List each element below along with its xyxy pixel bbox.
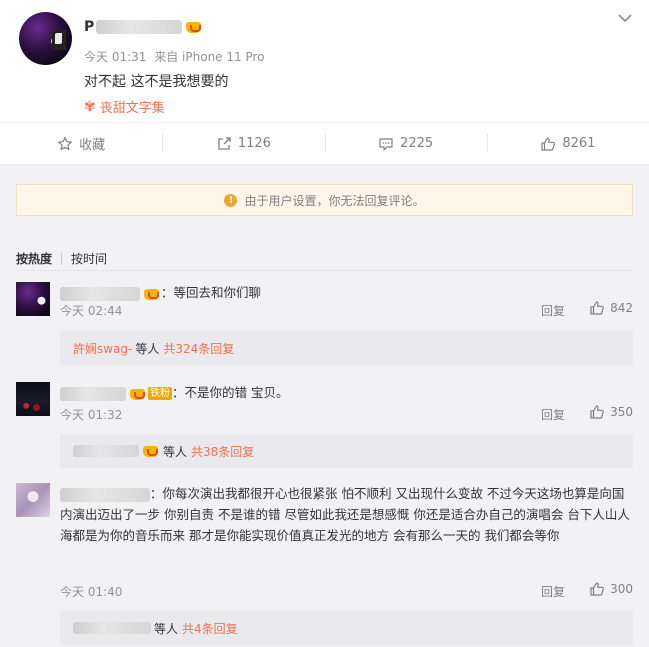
vip-crown-icon [143, 286, 161, 302]
flower-icon: ✾ [84, 98, 96, 115]
comment-time: 今天 01:32 [60, 408, 123, 422]
comment-icon [379, 137, 393, 151]
tab-divider [61, 252, 63, 265]
chevron-down-icon[interactable] [617, 10, 633, 26]
reply-button[interactable]: 回复 [541, 302, 565, 319]
commenter-name[interactable] [60, 487, 150, 502]
favorite-button[interactable]: 收藏 [0, 122, 162, 165]
sub-replies[interactable]: 許娴swag- 等人 共324条回复 [60, 331, 633, 365]
post-time[interactable]: 今天 01:31 [84, 50, 146, 64]
vip-crown-icon [129, 386, 147, 402]
comment-button[interactable]: 2225 [324, 122, 487, 165]
commenter-avatar[interactable] [16, 282, 50, 316]
reply-button[interactable]: 回复 [541, 406, 565, 423]
post-text: 对不起 这不是我想要的 [84, 74, 229, 90]
notice-text: 由于用户设置，你无法回复评论。 [244, 193, 425, 208]
sort-tabs: 按热度 按时间 [16, 250, 107, 267]
commenter-avatar[interactable] [16, 483, 50, 517]
author-name-first-char[interactable]: P [84, 19, 94, 35]
warning-icon: ! [224, 193, 238, 207]
comment-like-button[interactable]: 300 [589, 581, 633, 597]
author-name-blurred[interactable] [96, 20, 183, 34]
commenter-avatar[interactable] [16, 382, 50, 416]
comment-like-count: 350 [610, 405, 633, 419]
repost-button[interactable]: 1126 [162, 122, 324, 165]
comment-body: ：你每次演出我都很开心也很紧张 怕不顺利 又出现什么变故 不过今天这场也算是向国… [60, 483, 633, 546]
comment-body: 铁粉 ：不是你的错 宝贝。 [60, 382, 633, 403]
comment-like-count: 842 [610, 301, 633, 315]
tab-sort-hot[interactable]: 按热度 [16, 250, 52, 267]
thumbs-up-icon [590, 405, 604, 419]
vip-crown-icon [185, 19, 203, 35]
reply-restricted-notice: ! 由于用户设置，你无法回复评论。 [16, 184, 633, 216]
reply-button[interactable]: 回复 [541, 583, 565, 600]
author-avatar[interactable] [19, 12, 72, 65]
thumbs-up-icon [590, 301, 604, 315]
thumbs-up-icon [541, 136, 556, 151]
sub-replies[interactable]: 等人 共4条回复 [60, 611, 633, 645]
like-button[interactable]: 8261 [486, 122, 649, 165]
sub-reply-count[interactable]: 共4条回复 [182, 620, 238, 637]
sub-reply-mid: 等人 [163, 444, 188, 459]
sub-reply-count[interactable]: 共38条回复 [191, 443, 254, 460]
sub-reply-mid: 等人 [135, 341, 160, 356]
vip-crown-icon [142, 443, 160, 459]
comment-time: 今天 02:44 [60, 304, 123, 318]
sub-replies[interactable]: 等人 共38条回复 [60, 434, 633, 468]
comment-item: ：你每次演出我都很开心也很紧张 怕不顺利 又出现什么变故 不过今天这场也算是向国… [16, 483, 633, 647]
post-meta: 今天 01:31 来自 iPhone 11 Pro [84, 48, 265, 65]
comment-item: 铁粉 ：不是你的错 宝贝。 今天 01:32 回复 350 等人 共38条回复 [16, 382, 633, 472]
commenter-name-blurred[interactable] [60, 286, 140, 301]
topic-link[interactable]: ✾ 丧甜文字集 [84, 97, 165, 117]
share-arrow-icon [218, 136, 231, 150]
favorite-label: 收藏 [79, 138, 106, 153]
action-bar: 收藏 1126 2225 8261 [0, 122, 649, 165]
sub-reply-user-blurred[interactable] [73, 445, 139, 457]
comment-text: ：等回去和你们聊 [161, 285, 262, 300]
comment-time: 今天 01:40 [60, 585, 123, 599]
commenter-name[interactable] [60, 286, 161, 302]
repost-count: 1126 [237, 136, 271, 151]
sub-reply-count[interactable]: 共324条回复 [163, 340, 234, 357]
author-name[interactable]: P [84, 19, 203, 35]
comment-like-button[interactable]: 842 [589, 300, 633, 316]
weibo-post: P 今天 01:31 来自 iPhone 11 Pro 对不起 这不是我想要的 … [0, 0, 649, 122]
tab-sort-time[interactable]: 按时间 [71, 250, 107, 267]
sub-reply-user-blurred[interactable] [73, 622, 151, 634]
like-count: 8261 [562, 136, 596, 151]
comments-section: ! 由于用户设置，你无法回复评论。 按热度 按时间 ：等回去和你们聊 今天 02… [0, 165, 649, 647]
thumbs-up-icon [590, 582, 604, 596]
sub-reply-user[interactable]: 許娴swag- [73, 340, 132, 357]
comment-like-count: 300 [610, 582, 633, 596]
comment-like-button[interactable]: 350 [589, 404, 633, 420]
commenter-name-blurred[interactable] [60, 487, 150, 502]
commenter-name-blurred[interactable] [60, 386, 126, 401]
commenter-name[interactable]: 铁粉 [60, 386, 172, 402]
sub-reply-mid: 等人 [154, 621, 179, 636]
comment-item: ：等回去和你们聊 今天 02:44 回复 842 許娴swag- 等人 共324… [16, 282, 633, 372]
topic-label[interactable]: 丧甜文字集 [100, 97, 165, 116]
star-icon [58, 136, 73, 150]
comment-text: ：不是你的错 宝贝。 [172, 385, 289, 400]
comment-body: ：等回去和你们聊 [60, 282, 633, 303]
comment-count: 2225 [400, 136, 434, 151]
fan-badge: 铁粉 [148, 387, 172, 400]
post-source: 来自 iPhone 11 Pro [154, 50, 265, 64]
divider [16, 270, 633, 271]
